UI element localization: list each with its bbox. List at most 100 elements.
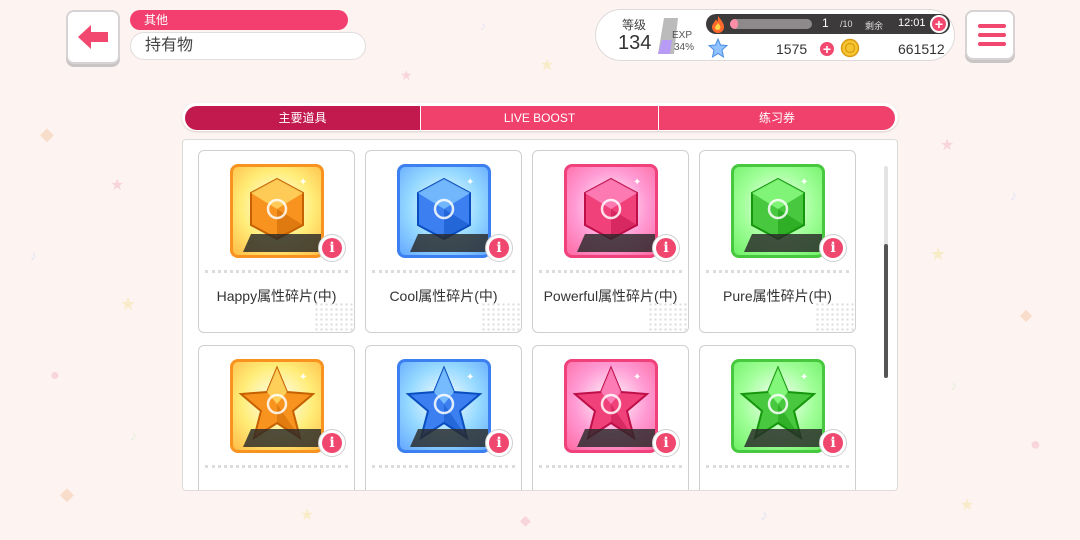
info-icon: i: [322, 433, 342, 453]
card-divider: [372, 465, 515, 468]
count-strip: [744, 234, 822, 252]
star-gem-icon: [708, 38, 728, 58]
remain-time: 12:01: [898, 17, 926, 29]
count-strip: [410, 234, 488, 252]
item-card[interactable]: ✦ x 16899 i Cool属性碎片(中): [365, 150, 522, 333]
back-button[interactable]: [66, 10, 120, 64]
menu-button[interactable]: [965, 10, 1015, 60]
item-icon-frame: ✦: [397, 359, 491, 453]
tab-main-items[interactable]: 主要道具: [185, 106, 420, 130]
stamina-current: 1: [822, 16, 829, 30]
count-strip: [744, 429, 822, 447]
coin-icon: [840, 38, 860, 58]
svg-text:♪: ♪: [950, 377, 957, 393]
flame-icon: [712, 16, 724, 33]
info-icon: i: [823, 238, 843, 258]
item-card[interactable]: ✦ x 222 i Powerful属性碎片(中): [532, 150, 689, 333]
item-card[interactable]: ✦ x 159 i Happy属性碎片(中): [198, 150, 355, 333]
exp-label: EXP: [672, 30, 693, 41]
item-info-button[interactable]: i: [819, 234, 847, 262]
item-card[interactable]: ✦x 1768i: [198, 345, 355, 490]
add-star-button[interactable]: +: [818, 40, 836, 58]
stamina-track: [730, 19, 812, 29]
item-icon-frame: ✦: [731, 359, 825, 453]
card-divider: [205, 270, 348, 273]
player-status-panel: 等级 134 EXP 34% 1 /10 剩余 12:01 + 1575 + 6…: [595, 9, 955, 61]
svg-text:★: ★: [960, 497, 974, 514]
svg-text:◆: ◆: [40, 124, 54, 144]
item-info-button[interactable]: i: [318, 234, 346, 262]
item-icon-frame: ✦: [731, 164, 825, 258]
svg-text:✦: ✦: [633, 372, 641, 383]
info-icon: i: [489, 433, 509, 453]
item-card[interactable]: ✦x 170i: [532, 345, 689, 490]
page-title: 持有物: [130, 32, 366, 60]
svg-text:✦: ✦: [299, 177, 307, 188]
svg-text:♪: ♪: [130, 427, 137, 443]
svg-text:✦: ✦: [633, 177, 641, 188]
stamina-bar: 1 /10 剩余 12:01 +: [706, 14, 950, 34]
scrollbar[interactable]: [884, 166, 888, 378]
svg-text:★: ★: [940, 137, 954, 154]
item-icon-frame: ✦: [564, 164, 658, 258]
stamina-fill: [730, 19, 739, 29]
count-strip: [243, 429, 321, 447]
item-card[interactable]: ✦ x 5499 i Pure属性碎片(中): [699, 150, 856, 333]
screen-title-group: 其他 持有物: [130, 10, 366, 60]
svg-text:★: ★: [540, 57, 554, 74]
tab-practice-tickets[interactable]: 练习券: [659, 106, 895, 130]
card-divider: [372, 270, 515, 273]
card-corner-pattern: [648, 302, 688, 332]
coin-count: 661512: [898, 41, 945, 57]
info-icon: i: [322, 238, 342, 258]
tab-live-boost[interactable]: LIVE BOOST: [421, 106, 658, 130]
count-strip: [410, 429, 488, 447]
card-corner-pattern: [314, 302, 354, 332]
level-value: 134: [618, 32, 652, 54]
count-strip: [577, 429, 655, 447]
item-info-button[interactable]: i: [819, 429, 847, 457]
svg-text:◆: ◆: [520, 512, 531, 528]
svg-text:◆: ◆: [60, 484, 74, 504]
svg-text:♪: ♪: [1010, 187, 1017, 203]
card-divider: [706, 270, 849, 273]
level-label: 等级: [622, 18, 647, 32]
info-icon: i: [656, 433, 676, 453]
svg-text:★: ★: [930, 244, 946, 264]
remain-label: 剩余: [865, 21, 884, 31]
svg-text:★: ★: [400, 67, 413, 83]
item-icon-frame: ✦: [230, 164, 324, 258]
card-corner-pattern: [815, 302, 855, 332]
svg-text:●: ●: [50, 367, 60, 384]
svg-text:♪: ♪: [760, 507, 768, 524]
svg-text:★: ★: [110, 177, 124, 194]
item-info-button[interactable]: i: [318, 429, 346, 457]
info-icon: i: [823, 433, 843, 453]
scrollbar-thumb[interactable]: [884, 244, 888, 378]
item-info-button[interactable]: i: [652, 429, 680, 457]
stamina-max: /10: [840, 19, 853, 29]
card-divider: [539, 270, 682, 273]
svg-text:✦: ✦: [299, 372, 307, 383]
card-divider: [539, 465, 682, 468]
item-info-button[interactable]: i: [652, 234, 680, 262]
svg-text:♪: ♪: [480, 19, 486, 33]
item-info-button[interactable]: i: [485, 429, 513, 457]
svg-text:✦: ✦: [466, 177, 474, 188]
item-info-button[interactable]: i: [485, 234, 513, 262]
svg-text:★: ★: [120, 294, 136, 314]
card-divider: [706, 465, 849, 468]
item-icon-frame: ✦: [564, 359, 658, 453]
add-stamina-button[interactable]: +: [930, 15, 948, 33]
card-divider: [205, 465, 348, 468]
star-gem-count: 1575: [776, 41, 808, 57]
count-strip: [243, 234, 321, 252]
svg-text:✦: ✦: [466, 372, 474, 383]
item-card[interactable]: ✦x 567i: [699, 345, 856, 490]
svg-text:●: ●: [1030, 434, 1041, 454]
item-icon-frame: ✦: [397, 164, 491, 258]
items-panel: ✦ x 159 i Happy属性碎片(中) ✦ x 16899 i Cool属性碎片(中) ✦…: [182, 139, 898, 491]
info-icon: i: [489, 238, 509, 258]
item-card[interactable]: ✦x 2651i: [365, 345, 522, 490]
count-strip: [577, 234, 655, 252]
